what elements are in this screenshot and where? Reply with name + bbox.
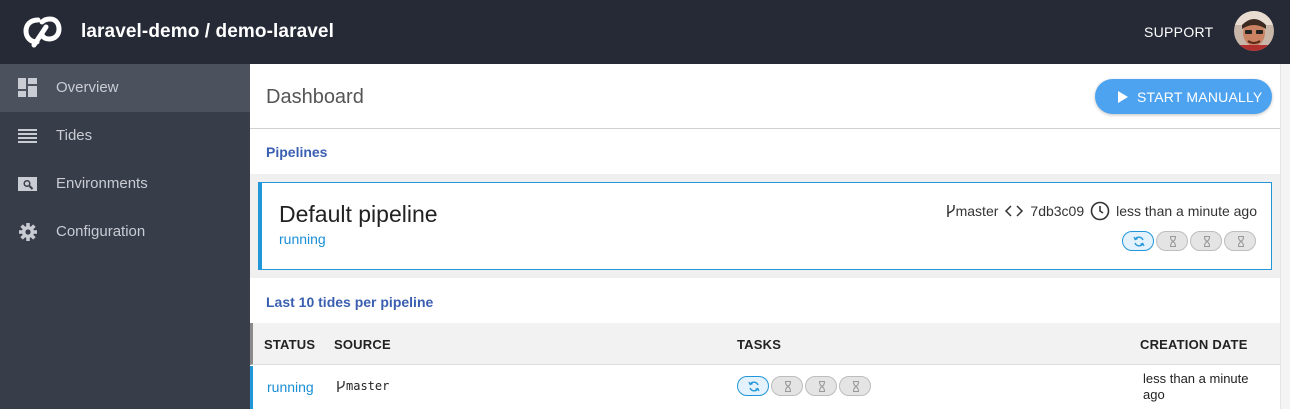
branch-icon xyxy=(946,205,955,217)
task-pending[interactable] xyxy=(805,376,837,396)
task-running[interactable] xyxy=(1122,231,1154,251)
hourglass-icon xyxy=(1237,235,1245,248)
pipeline-branch: master xyxy=(955,203,999,219)
column-status: STATUS xyxy=(264,337,316,352)
clock-icon xyxy=(1090,201,1110,221)
tides-section-title: Last 10 tides per pipeline xyxy=(266,294,434,310)
refresh-icon xyxy=(1133,236,1145,247)
top-bar: laravel-demo / demo-laravel SUPPORT xyxy=(0,0,1290,64)
project-title[interactable]: laravel-demo / demo-laravel xyxy=(81,21,334,43)
pipeline-time: less than a minute ago xyxy=(1116,203,1257,219)
task-pending[interactable] xyxy=(1190,231,1222,251)
hourglass-icon xyxy=(1203,235,1211,248)
sidebar-item-label: Tides xyxy=(56,127,93,144)
task-pending[interactable] xyxy=(771,376,803,396)
sidebar-item-tides[interactable]: Tides xyxy=(0,112,250,160)
start-manually-label: START MANUALLY xyxy=(1137,89,1263,105)
list-icon xyxy=(18,129,37,143)
tide-status[interactable]: running xyxy=(267,379,314,395)
table-row[interactable]: running master less than a minute ago xyxy=(250,366,1280,409)
pipeline-card[interactable]: Default pipeline running master 7db3c09 … xyxy=(258,182,1272,270)
hourglass-icon xyxy=(784,380,792,393)
pipeline-tasks xyxy=(1122,231,1258,251)
column-source: SOURCE xyxy=(334,337,391,352)
task-pending[interactable] xyxy=(1224,231,1256,251)
refresh-icon xyxy=(748,381,760,392)
dashboard-icon xyxy=(18,78,37,97)
sidebar-item-environments[interactable]: Environments xyxy=(0,160,250,208)
column-creation-date: CREATION DATE xyxy=(1140,337,1248,352)
pipeline-name[interactable]: Default pipeline xyxy=(279,201,438,228)
app-logo-icon[interactable] xyxy=(22,14,62,50)
sidebar: Overview Tides Environments Configuratio… xyxy=(0,64,250,409)
tide-tasks xyxy=(737,376,873,396)
page-title: Dashboard xyxy=(266,86,364,108)
pipeline-commit[interactable]: 7db3c09 xyxy=(1030,203,1084,219)
sidebar-item-label: Environments xyxy=(56,175,148,192)
environment-icon xyxy=(18,177,37,191)
column-tasks: TASKS xyxy=(737,337,782,352)
task-running[interactable] xyxy=(737,376,769,396)
tide-source: master xyxy=(336,379,389,393)
start-manually-button[interactable]: START MANUALLY xyxy=(1095,79,1272,114)
support-link[interactable]: SUPPORT xyxy=(1144,24,1214,40)
pipeline-status[interactable]: running xyxy=(279,231,326,247)
sidebar-item-overview[interactable]: Overview xyxy=(0,64,250,112)
tide-creation-date: less than a minute ago xyxy=(1143,371,1249,402)
play-icon xyxy=(1118,91,1128,103)
task-pending[interactable] xyxy=(839,376,871,396)
avatar[interactable] xyxy=(1234,11,1274,51)
task-pending[interactable] xyxy=(1156,231,1188,251)
hourglass-icon xyxy=(1169,235,1177,248)
code-icon xyxy=(1005,205,1024,217)
tide-branch: master xyxy=(346,379,390,393)
scroll-edge xyxy=(1280,64,1290,409)
branch-icon xyxy=(337,380,345,392)
sidebar-item-configuration[interactable]: Configuration xyxy=(0,208,250,256)
gear-icon xyxy=(19,223,37,241)
sidebar-item-label: Overview xyxy=(56,79,119,96)
pipelines-section-title: Pipelines xyxy=(266,144,328,160)
hourglass-icon xyxy=(818,380,826,393)
hourglass-icon xyxy=(852,380,860,393)
sidebar-item-label: Configuration xyxy=(56,223,146,240)
pipeline-meta: master 7db3c09 less than a minute ago xyxy=(946,201,1257,221)
header-divider xyxy=(250,128,1280,129)
table-header: STATUS SOURCE TASKS CREATION DATE xyxy=(250,323,1280,365)
